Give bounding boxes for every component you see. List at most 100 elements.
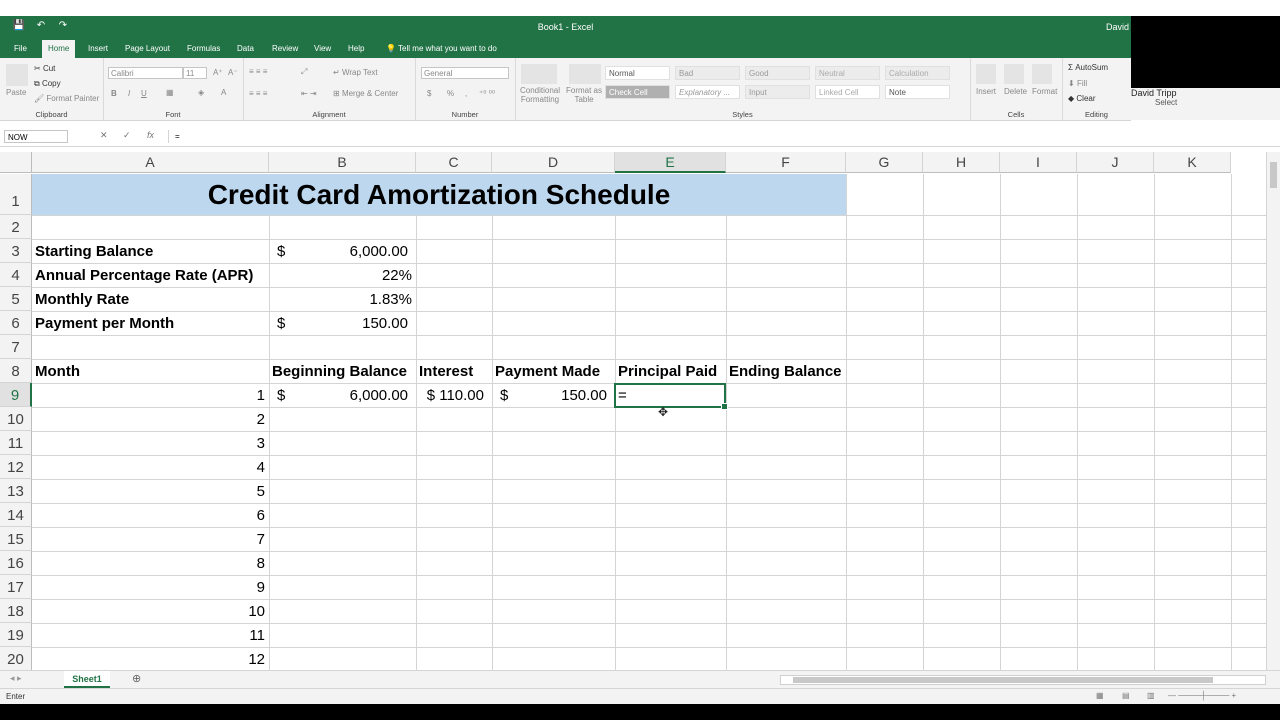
month-cell[interactable]: 10 — [32, 599, 269, 623]
format-cells-button[interactable]: Format — [1032, 87, 1057, 96]
enter-icon[interactable]: ✓ — [123, 130, 131, 141]
col-header-e[interactable]: E — [615, 152, 726, 173]
insert-cells-icon[interactable] — [976, 64, 996, 84]
tab-home[interactable]: Home — [42, 40, 76, 58]
row-header-2[interactable]: 2 — [0, 215, 32, 239]
tab-help[interactable]: Help — [342, 40, 370, 58]
row-header-6[interactable]: 6 — [0, 311, 32, 335]
header-month[interactable]: Month — [32, 359, 269, 383]
month-cell[interactable]: 3 — [32, 431, 269, 455]
row-header-3[interactable]: 3 — [0, 239, 32, 263]
copy-button[interactable]: ⧉ Copy — [34, 79, 61, 89]
cell-b3[interactable]: $6,000.00 — [269, 239, 416, 263]
fill-color-icon[interactable]: ◈ — [198, 88, 204, 97]
header-beginning-balance[interactable]: Beginning Balance — [269, 359, 416, 383]
merge-center-button[interactable]: ⊞ Merge & Center — [333, 89, 398, 98]
paste-button[interactable]: Paste — [6, 88, 26, 97]
insert-cells-button[interactable]: Insert — [976, 87, 996, 96]
row-header-11[interactable]: 11 — [0, 431, 32, 455]
col-header-c[interactable]: C — [416, 152, 492, 173]
row-header-16[interactable]: 16 — [0, 551, 32, 575]
sheet-tab-sheet1[interactable]: Sheet1 — [64, 671, 110, 688]
account-user[interactable]: David Tripp — [1131, 88, 1177, 98]
header-interest[interactable]: Interest — [416, 359, 492, 383]
style-good[interactable]: Good — [745, 66, 810, 80]
font-name-select[interactable]: Calibri — [108, 67, 183, 79]
style-normal[interactable]: Normal — [605, 66, 670, 80]
style-bad[interactable]: Bad — [675, 66, 740, 80]
cell-b4[interactable]: 22% — [269, 263, 416, 287]
percent-button[interactable]: % — [447, 89, 454, 98]
month-cell[interactable]: 5 — [32, 479, 269, 503]
month-cell[interactable]: 6 — [32, 503, 269, 527]
tab-insert[interactable]: Insert — [82, 40, 114, 58]
number-format-select[interactable]: General — [421, 67, 509, 79]
cell-b9[interactable]: $6,000.00 — [269, 383, 416, 407]
row-header-8[interactable]: 8 — [0, 359, 32, 383]
add-sheet-icon[interactable]: ⊕ — [132, 672, 141, 685]
format-table-button[interactable]: Format as Table — [563, 86, 605, 104]
row-header-1[interactable]: 1 — [0, 174, 32, 215]
style-check-cell[interactable]: Check Cell — [605, 85, 670, 99]
vertical-scrollbar[interactable] — [1266, 152, 1280, 670]
row-header-18[interactable]: 18 — [0, 599, 32, 623]
font-color-icon[interactable]: A — [221, 88, 226, 97]
autosum-button[interactable]: Σ AutoSum — [1068, 63, 1108, 72]
currency-button[interactable]: $ — [427, 89, 431, 98]
style-input[interactable]: Input — [745, 85, 810, 99]
style-calculation[interactable]: Calculation — [885, 66, 950, 80]
col-header-g[interactable]: G — [846, 152, 923, 173]
formula-input[interactable]: = — [168, 130, 1266, 143]
row-header-10[interactable]: 10 — [0, 407, 32, 431]
col-header-h[interactable]: H — [923, 152, 1000, 173]
cut-button[interactable]: ✂ Cut — [34, 64, 55, 73]
month-cell[interactable]: 7 — [32, 527, 269, 551]
sheet-nav-icon[interactable]: ◂ ▸ — [10, 673, 22, 684]
month-cell[interactable]: 11 — [32, 623, 269, 647]
cell-a9[interactable]: 1 — [32, 383, 269, 407]
col-header-a[interactable]: A — [32, 152, 269, 173]
delete-cells-button[interactable]: Delete — [1004, 87, 1027, 96]
month-cell[interactable]: 8 — [32, 551, 269, 575]
col-header-i[interactable]: I — [1000, 152, 1077, 173]
cancel-icon[interactable]: ✕ — [100, 130, 108, 141]
cell-a4[interactable]: Annual Percentage Rate (APR) — [32, 263, 269, 287]
horizontal-scrollbar[interactable] — [780, 675, 1266, 685]
col-header-j[interactable]: J — [1077, 152, 1154, 173]
row-header-17[interactable]: 17 — [0, 575, 32, 599]
italic-button[interactable]: I — [128, 89, 130, 98]
vertical-scroll-thumb[interactable] — [1270, 162, 1277, 188]
row-header-14[interactable]: 14 — [0, 503, 32, 527]
cell-b6[interactable]: $150.00 — [269, 311, 416, 335]
row-header-20[interactable]: 20 — [0, 647, 32, 670]
window-user[interactable]: David — [1106, 22, 1129, 32]
cell-b5[interactable]: 1.83% — [269, 287, 416, 311]
grow-font-icon[interactable]: A⁺ — [213, 68, 223, 77]
format-painter-button[interactable]: 🖌 Format Painter — [34, 94, 99, 103]
wrap-text-button[interactable]: ↵ Wrap Text — [333, 68, 378, 77]
tab-review[interactable]: Review — [266, 40, 304, 58]
tab-data[interactable]: Data — [231, 40, 260, 58]
row-header-13[interactable]: 13 — [0, 479, 32, 503]
tell-me-search[interactable]: 💡 Tell me what you want to do — [380, 40, 503, 58]
style-explanatory[interactable]: Explanatory ... — [675, 85, 740, 99]
tab-file[interactable]: File — [8, 40, 33, 58]
row-header-5[interactable]: 5 — [0, 287, 32, 311]
select-button[interactable]: Select — [1155, 98, 1177, 107]
borders-icon[interactable]: ▦ — [166, 88, 174, 97]
col-header-f[interactable]: F — [726, 152, 846, 173]
month-cell[interactable]: 2 — [32, 407, 269, 431]
zoom-slider[interactable]: — ────┼──── + — [1168, 691, 1236, 700]
orientation-icon[interactable]: ⤢ — [301, 67, 307, 77]
fill-button[interactable]: ⬇ Fill — [1068, 79, 1087, 88]
row-header-7[interactable]: 7 — [0, 335, 32, 359]
underline-button[interactable]: U — [141, 89, 147, 98]
comma-icon[interactable]: , — [465, 89, 467, 98]
tab-view[interactable]: View — [308, 40, 337, 58]
style-linked-cell[interactable]: Linked Cell — [815, 85, 880, 99]
name-box[interactable]: NOW — [4, 130, 68, 143]
style-neutral[interactable]: Neutral — [815, 66, 880, 80]
month-cell[interactable]: 9 — [32, 575, 269, 599]
style-note[interactable]: Note — [885, 85, 950, 99]
select-all-corner[interactable] — [0, 152, 32, 173]
